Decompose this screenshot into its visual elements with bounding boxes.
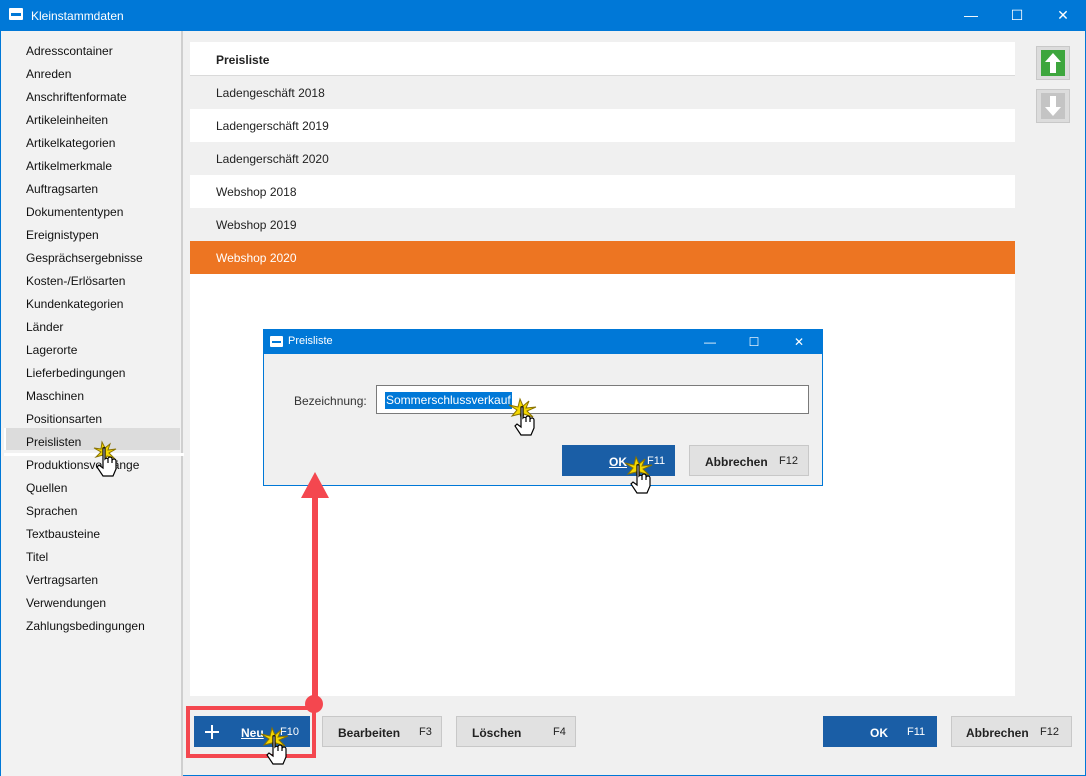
table-row[interactable]: Webshop 2019 (190, 208, 1015, 241)
row-label: Webshop 2018 (216, 185, 297, 199)
minimize-button[interactable]: — (948, 0, 994, 31)
sidebar-item-zahlungsbedingungen[interactable]: Zahlungsbedingungen (26, 619, 145, 633)
row-label: Webshop 2019 (216, 218, 297, 232)
arrow-down-icon (1041, 93, 1065, 119)
app-icon (9, 8, 23, 20)
sidebar-item-ereignistypen[interactable]: Ereignistypen (26, 228, 99, 242)
dialog-cancel-button[interactable]: Abbrechen F12 (689, 445, 809, 476)
delete-button-label: Löschen (472, 726, 522, 740)
dialog-close-button[interactable]: ✕ (777, 330, 821, 354)
sidebar-item-anreden[interactable]: Anreden (26, 67, 71, 81)
cancel-button-label: Abbrechen (966, 726, 1029, 740)
maximize-button[interactable]: ☐ (994, 0, 1040, 31)
sidebar-item-gespraechsergebnisse[interactable]: Gesprächsergebnisse (26, 251, 143, 265)
sidebar-item-lieferbedingungen[interactable]: Lieferbedingungen (26, 366, 125, 380)
row-label: Ladengerschäft 2019 (216, 119, 329, 133)
sidebar-item-quellen[interactable]: Quellen (26, 481, 67, 495)
sidebar-item-kosten-erloesarten[interactable]: Kosten-/Erlösarten (26, 274, 125, 288)
arrow-up-icon (1041, 50, 1065, 76)
sidebar-item-auftragsarten[interactable]: Auftragsarten (26, 182, 98, 196)
table-row[interactable]: Webshop 2018 (190, 175, 1015, 208)
row-label: Ladengerschäft 2020 (216, 152, 329, 166)
dialog-titlebar: Preisliste — ☐ ✕ (264, 330, 822, 354)
delete-button[interactable]: Löschen F4 (456, 716, 576, 747)
column-header[interactable]: Preisliste (190, 42, 1015, 76)
sidebar-item-titel[interactable]: Titel (26, 550, 48, 564)
sidebar-item-dokumententypen[interactable]: Dokumententypen (26, 205, 123, 219)
table-row[interactable]: Ladengerschäft 2019 (190, 109, 1015, 142)
hand-cursor-icon (260, 726, 289, 765)
table-row-selected[interactable]: Webshop 2020 (190, 241, 1015, 274)
annotation-arrowhead (301, 472, 329, 498)
bezeichnung-label: Bezeichnung: (294, 394, 367, 408)
sidebar-item-anschriftenformate[interactable]: Anschriftenformate (26, 90, 127, 104)
cancel-button-key: F12 (1040, 726, 1059, 738)
cancel-button[interactable]: Abbrechen F12 (951, 716, 1072, 747)
window-titlebar: Kleinstammdaten — ☐ ✕ (0, 0, 1086, 31)
bezeichnung-input-value: Sommerschlussverkauf (385, 392, 512, 409)
sidebar-item-artikeleinheiten[interactable]: Artikeleinheiten (26, 113, 108, 127)
sidebar-item-artikelkategorien[interactable]: Artikelkategorien (26, 136, 115, 150)
app-icon (270, 336, 283, 347)
ok-button-key: F11 (907, 726, 926, 738)
hand-cursor-icon (508, 397, 537, 436)
dialog-cancel-key: F12 (779, 455, 798, 467)
hand-cursor-icon (624, 455, 653, 494)
annotation-highlight-box (186, 706, 316, 758)
ok-button[interactable]: OK F11 (823, 716, 937, 747)
sidebar-divider (181, 31, 183, 776)
row-label: Ladengeschäft 2018 (216, 86, 325, 100)
sidebar-item-maschinen[interactable]: Maschinen (26, 389, 84, 403)
ok-button-label: OK (870, 726, 888, 740)
hand-cursor-icon (93, 440, 117, 477)
annotation-arrow-line (312, 496, 318, 707)
edit-button-label: Bearbeiten (338, 726, 401, 740)
sidebar-item-lagerorte[interactable]: Lagerorte (26, 343, 77, 357)
close-button[interactable]: ✕ (1040, 0, 1086, 31)
row-label: Webshop 2020 (216, 251, 297, 265)
sidebar-item-artikelmerkmale[interactable]: Artikelmerkmale (26, 159, 112, 173)
column-header-label: Preisliste (216, 53, 270, 67)
dialog-title: Preisliste (288, 335, 333, 347)
table-row[interactable]: Ladengeschäft 2018 (190, 76, 1015, 109)
window-title: Kleinstammdaten (31, 9, 124, 23)
sidebar-item-adresscontainer[interactable]: Adresscontainer (26, 44, 113, 58)
sidebar-item-vertragsarten[interactable]: Vertragsarten (26, 573, 98, 587)
edit-button[interactable]: Bearbeiten F3 (322, 716, 442, 747)
edit-button-key: F3 (419, 726, 432, 738)
move-up-button[interactable] (1036, 46, 1070, 80)
dialog-cancel-label: Abbrechen (705, 455, 768, 469)
dialog-minimize-button[interactable]: — (688, 330, 732, 354)
move-down-button[interactable] (1036, 89, 1070, 123)
sidebar-item-positionsarten[interactable]: Positionsarten (26, 412, 102, 426)
delete-button-key: F4 (553, 726, 566, 738)
annotation-dot (305, 695, 323, 713)
sidebar-item-textbausteine[interactable]: Textbausteine (26, 527, 100, 541)
sidebar-item-laender[interactable]: Länder (26, 320, 63, 334)
sidebar-item-sprachen[interactable]: Sprachen (26, 504, 77, 518)
table-row[interactable]: Ladengerschäft 2020 (190, 142, 1015, 175)
sidebar-item-kundenkategorien[interactable]: Kundenkategorien (26, 297, 123, 311)
sidebar-item-preislisten[interactable]: Preislisten (26, 435, 81, 449)
dialog-maximize-button[interactable]: ☐ (732, 330, 776, 354)
sidebar-item-verwendungen[interactable]: Verwendungen (26, 596, 106, 610)
